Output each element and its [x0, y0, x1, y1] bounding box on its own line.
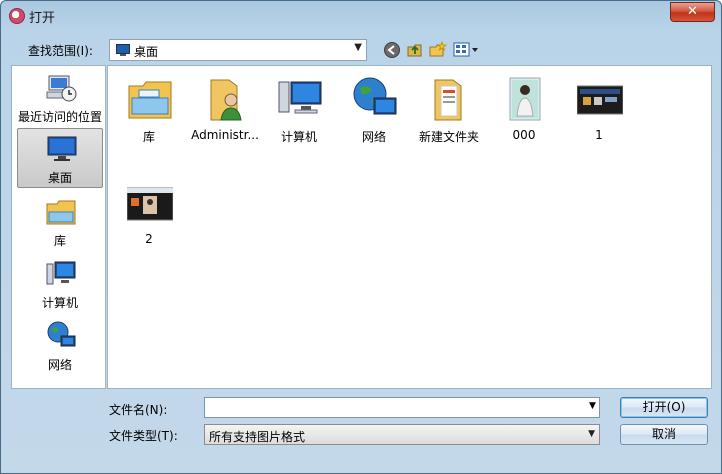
image-thumbnail-icon: [127, 187, 173, 221]
back-icon[interactable]: [383, 41, 401, 59]
item-label: 计算机: [280, 130, 317, 144]
image-thumbnail-icon: [577, 85, 623, 115]
item-label: 库: [142, 130, 155, 144]
places-bar: 最近访问的位置 桌面 库 计算机 网络: [11, 65, 106, 389]
computer-icon: [278, 81, 322, 114]
libraries-icon: [46, 200, 76, 225]
title-bar: 打开 ✕: [1, 1, 721, 29]
item-label: 网络: [361, 130, 386, 144]
item-label: 000: [512, 128, 536, 142]
list-item[interactable]: 000: [488, 70, 560, 146]
list-item[interactable]: 新建文件夹: [413, 70, 485, 146]
list-item[interactable]: 2: [113, 174, 185, 250]
close-icon: ✕: [687, 4, 698, 19]
place-recent[interactable]: 最近访问的位置: [17, 68, 103, 128]
view-menu-icon[interactable]: [453, 41, 479, 59]
filename-dropdown-icon[interactable]: ▼: [589, 401, 596, 411]
recent-places-icon: [46, 75, 77, 102]
filename-label: 文件名(N):: [109, 403, 168, 417]
new-folder-icon[interactable]: [429, 41, 447, 59]
look-in-label: 查找范围(I):: [28, 44, 93, 58]
list-item[interactable]: 计算机: [263, 70, 335, 146]
user-folder-icon: [210, 79, 242, 121]
place-libraries[interactable]: 库: [17, 192, 103, 252]
image-thumbnail-icon: [509, 77, 541, 121]
item-label: 新建文件夹: [418, 130, 479, 144]
place-label: 最近访问的位置: [17, 110, 102, 124]
place-network[interactable]: 网络: [17, 316, 103, 376]
filename-field[interactable]: [204, 397, 600, 418]
window-title: 打开: [29, 11, 56, 26]
place-label: 网络: [47, 358, 72, 372]
look-in-combobox[interactable]: 桌面 ▼: [109, 39, 367, 61]
desktop-icon: [116, 44, 130, 56]
item-label: 1: [595, 128, 603, 142]
place-desktop[interactable]: 桌面: [17, 128, 103, 188]
list-item[interactable]: 网络: [338, 70, 410, 146]
computer-icon: [46, 261, 76, 285]
desktop-icon: [47, 136, 77, 161]
app-icon: [9, 8, 25, 24]
place-label: 计算机: [41, 296, 78, 310]
cancel-button[interactable]: 取消: [620, 424, 708, 445]
filetype-value: 所有支持图片格式: [209, 430, 306, 444]
place-label: 库: [53, 234, 66, 248]
chevron-down-icon: ▼: [354, 42, 362, 53]
libraries-icon: [128, 81, 172, 119]
file-list-view: 库 Administr... 计算机 网络 新建文件夹 000 1 2: [107, 65, 712, 389]
place-label: 桌面: [47, 171, 72, 185]
list-item[interactable]: 库: [113, 70, 185, 146]
network-icon: [353, 77, 397, 115]
list-item[interactable]: 1: [563, 70, 635, 146]
open-button[interactable]: 打开(O): [620, 397, 708, 418]
list-item[interactable]: Administr...: [189, 70, 261, 146]
chevron-down-icon: ▼: [588, 429, 595, 439]
up-folder-icon[interactable]: [406, 41, 424, 59]
look-in-value: 桌面: [134, 45, 159, 59]
filetype-label: 文件类型(T):: [109, 429, 178, 443]
network-icon: [47, 321, 76, 347]
close-button[interactable]: ✕: [670, 2, 715, 22]
folder-icon: [434, 79, 462, 121]
place-computer[interactable]: 计算机: [17, 254, 103, 314]
filetype-select[interactable]: 所有支持图片格式 ▼: [204, 424, 600, 445]
open-dialog: 打开 ✕ 查找范围(I): 桌面 ▼ 最近访问的位置 桌面 库 计算机 网络 库…: [0, 0, 722, 474]
item-label: 2: [145, 232, 153, 246]
item-label: Administr...: [191, 128, 259, 142]
